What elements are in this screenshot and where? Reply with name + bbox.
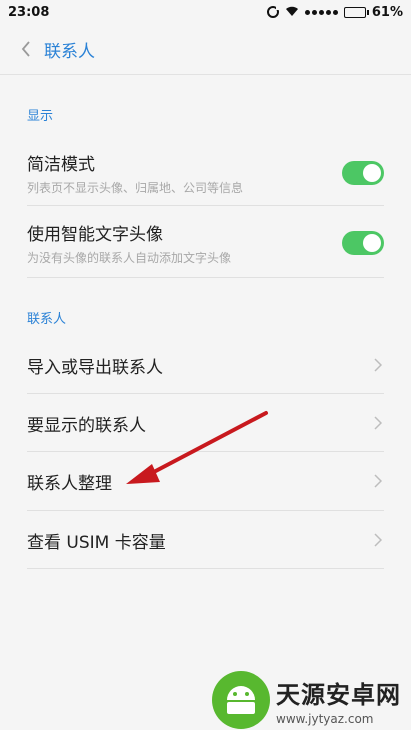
compact-mode-toggle[interactable] — [342, 161, 384, 185]
menu-item-label: 联系人整理 — [27, 473, 112, 494]
chevron-right-icon — [374, 413, 383, 433]
header-divider — [0, 74, 411, 75]
menu-item-label: 要显示的联系人 — [27, 415, 146, 436]
watermark-url: www.jytyaz.com — [276, 711, 374, 726]
chevron-right-icon — [374, 471, 383, 491]
setting-text: 简洁模式 列表页不显示头像、归属地、公司等信息 — [27, 150, 243, 196]
menu-item-organize-contacts[interactable]: 联系人整理 — [27, 453, 384, 509]
status-bar: 23:08 61% — [0, 0, 411, 24]
menu-item-contacts-to-display[interactable]: 要显示的联系人 — [27, 395, 384, 451]
app-header: 联系人 — [0, 24, 411, 74]
setting-title: 使用智能文字头像 — [27, 225, 163, 245]
chevron-left-icon[interactable] — [16, 39, 36, 59]
wifi-icon — [285, 6, 299, 19]
setting-text: 使用智能文字头像 为没有头像的联系人自动添加文字头像 — [27, 220, 231, 266]
divider — [27, 205, 384, 206]
divider — [27, 568, 384, 569]
setting-subtitle: 为没有头像的联系人自动添加文字头像 — [27, 251, 232, 265]
divider — [27, 510, 384, 511]
battery-icon — [343, 6, 369, 18]
divider — [27, 393, 384, 394]
setting-subtitle: 列表页不显示头像、归属地、公司等信息 — [27, 181, 244, 195]
chevron-right-icon — [374, 355, 383, 375]
section-label-display: 显示 — [27, 109, 54, 124]
divider — [27, 277, 384, 278]
menu-item-usim-capacity[interactable]: 查看 USIM 卡容量 — [27, 512, 384, 568]
android-logo-icon — [212, 671, 270, 729]
watermark-name: 天源安卓网 — [276, 680, 401, 709]
setting-title: 简洁模式 — [27, 155, 95, 175]
menu-item-label: 查看 USIM 卡容量 — [27, 532, 166, 553]
status-icons: 61% — [266, 4, 403, 20]
section-label-contacts: 联系人 — [27, 312, 67, 327]
page-title: 联系人 — [44, 41, 95, 62]
smart-avatar-toggle[interactable] — [342, 231, 384, 255]
sync-icon — [266, 6, 280, 18]
signal-icon — [304, 9, 338, 15]
toggle-knob — [363, 164, 381, 182]
menu-item-label: 导入或导出联系人 — [27, 357, 163, 378]
setting-row-smart-avatar[interactable]: 使用智能文字头像 为没有头像的联系人自动添加文字头像 — [27, 218, 384, 268]
watermark-text: 天源安卓网 www.jytyaz.com — [276, 675, 401, 726]
chevron-right-icon — [374, 530, 383, 550]
toggle-knob — [363, 234, 381, 252]
battery-percent: 61% — [371, 4, 403, 20]
status-time: 23:08 — [8, 4, 50, 20]
divider — [27, 451, 384, 452]
menu-item-import-export[interactable]: 导入或导出联系人 — [27, 337, 384, 393]
setting-row-compact-mode[interactable]: 简洁模式 列表页不显示头像、归属地、公司等信息 — [27, 148, 384, 198]
watermark: 天源安卓网 www.jytyaz.com — [212, 671, 407, 729]
